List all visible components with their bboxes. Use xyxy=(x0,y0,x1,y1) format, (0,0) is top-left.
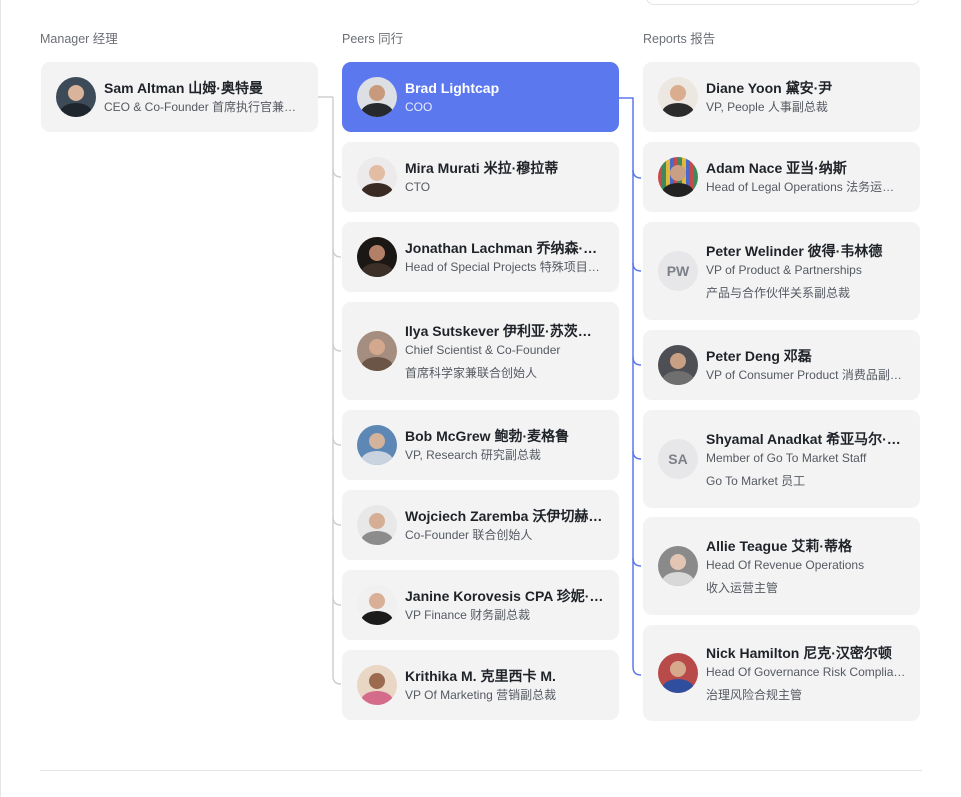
person-title: CEO & Co-Founder 首席执行官兼联合创始人 xyxy=(104,100,304,114)
peer-card[interactable]: Janine Korovesis CPA 珍妮·科罗维西斯 VP Finance… xyxy=(342,570,619,640)
avatar xyxy=(658,653,698,693)
page-left-border xyxy=(0,0,1,797)
avatar-initials: PW xyxy=(658,251,698,291)
avatar xyxy=(357,585,397,625)
report-card[interactable]: Peter Deng 邓磊 VP of Consumer Product 消费品… xyxy=(643,330,920,400)
top-panel-edge xyxy=(646,0,920,5)
avatar xyxy=(357,77,397,117)
person-name: Diane Yoon 黛安·尹 xyxy=(706,80,833,96)
person-name: Shyamal Anadkat 希亚马尔·阿纳德卡特 xyxy=(706,430,906,447)
person-title: Head Of Revenue Operations xyxy=(706,557,865,572)
avatar xyxy=(357,157,397,197)
section-divider xyxy=(40,770,922,771)
avatar xyxy=(357,237,397,277)
person-title: VP of Consumer Product 消费品副总裁 xyxy=(706,368,906,382)
avatar xyxy=(357,505,397,545)
person-title: VP, Research 研究副总裁 xyxy=(405,448,541,462)
person-name: Sam Altman 山姆·奥特曼 xyxy=(104,80,263,96)
peer-card[interactable]: Jonathan Lachman 乔纳森·拉赫曼 Head of Special… xyxy=(342,222,619,292)
person-title-secondary: 收入运营主管 xyxy=(706,580,779,595)
person-title: VP Finance 财务副总裁 xyxy=(405,608,531,622)
avatar xyxy=(357,665,397,705)
person-name: Peter Welinder 彼得·韦林德 xyxy=(706,242,883,259)
person-title: VP Of Marketing 营销副总裁 xyxy=(405,688,557,702)
person-title: Co-Founder 联合创始人 xyxy=(405,528,533,542)
manager-column-label: Manager 经理 xyxy=(40,32,118,46)
person-name: Krithika M. 克里西卡 M. xyxy=(405,668,556,684)
peers-column-label: Peers 同行 xyxy=(342,32,404,46)
person-title: Member of Go To Market Staff xyxy=(706,450,867,465)
person-title-secondary: 产品与合作伙伴关系副总裁 xyxy=(706,285,851,300)
person-name: Ilya Sutskever 伊利亚·苏茨凯弗 xyxy=(405,322,605,339)
person-title: CTO xyxy=(405,180,431,194)
report-card[interactable]: Allie Teague 艾莉·蒂格 Head Of Revenue Opera… xyxy=(643,517,920,615)
person-title: Chief Scientist & Co-Founder xyxy=(405,342,561,357)
person-name: Adam Nace 亚当·纳斯 xyxy=(706,160,847,176)
person-title-secondary: Go To Market 员工 xyxy=(706,473,806,488)
person-name: Peter Deng 邓磊 xyxy=(706,348,812,364)
avatar xyxy=(658,345,698,385)
person-name: Janine Korovesis CPA 珍妮·科罗维西斯 xyxy=(405,588,605,604)
peer-card[interactable]: Mira Murati 米拉·穆拉蒂 CTO xyxy=(342,142,619,212)
person-name: Nick Hamilton 尼克·汉密尔顿 xyxy=(706,644,892,661)
person-name: Brad Lightcap xyxy=(405,80,500,96)
person-title: COO xyxy=(405,100,433,114)
avatar xyxy=(357,331,397,371)
avatar xyxy=(357,425,397,465)
report-trunk xyxy=(619,97,642,676)
avatar xyxy=(658,77,698,117)
report-card[interactable]: SA Shyamal Anadkat 希亚马尔·阿纳德卡特 Member of … xyxy=(643,410,920,508)
peer-card-selected[interactable]: Brad Lightcap COO xyxy=(342,62,619,132)
avatar-initials: SA xyxy=(658,439,698,479)
peer-card[interactable]: Wojciech Zaremba 沃伊切赫·扎伦巴 Co-Founder 联合创… xyxy=(342,490,619,560)
person-name: Jonathan Lachman 乔纳森·拉赫曼 xyxy=(405,240,605,256)
peer-card[interactable]: Krithika M. 克里西卡 M. VP Of Marketing 营销副总… xyxy=(342,650,619,720)
person-title: Head of Special Projects 特殊项目负责人 xyxy=(405,260,605,274)
person-title: VP, People 人事副总裁 xyxy=(706,100,828,114)
report-card[interactable]: Diane Yoon 黛安·尹 VP, People 人事副总裁 xyxy=(643,62,920,132)
person-title: Head Of Governance Risk Compliance xyxy=(706,664,906,679)
report-card[interactable]: Adam Nace 亚当·纳斯 Head of Legal Operations… xyxy=(643,142,920,212)
avatar xyxy=(658,157,698,197)
peer-card[interactable]: Bob McGrew 鲍勃·麦格鲁 VP, Research 研究副总裁 xyxy=(342,410,619,480)
person-name: Allie Teague 艾莉·蒂格 xyxy=(706,537,852,554)
report-card[interactable]: PW Peter Welinder 彼得·韦林德 VP of Product &… xyxy=(643,222,920,320)
person-title: Head of Legal Operations 法务运营负责人 xyxy=(706,180,906,194)
reports-column-label: Reports 报告 xyxy=(643,32,716,46)
person-title: VP of Product & Partnerships xyxy=(706,262,862,277)
person-title-secondary: 首席科学家兼联合创始人 xyxy=(405,365,538,380)
manager-card[interactable]: Sam Altman 山姆·奥特曼 CEO & Co-Founder 首席执行官… xyxy=(41,62,318,132)
peer-trunk xyxy=(332,97,342,685)
avatar xyxy=(56,77,96,117)
person-name: Bob McGrew 鲍勃·麦格鲁 xyxy=(405,428,570,444)
report-card[interactable]: Nick Hamilton 尼克·汉密尔顿 Head Of Governance… xyxy=(643,625,920,721)
person-name: Mira Murati 米拉·穆拉蒂 xyxy=(405,160,559,176)
peer-card[interactable]: Ilya Sutskever 伊利亚·苏茨凯弗 Chief Scientist … xyxy=(342,302,619,400)
avatar xyxy=(658,546,698,586)
person-name: Wojciech Zaremba 沃伊切赫·扎伦巴 xyxy=(405,508,605,524)
person-title-secondary: 治理风险合规主管 xyxy=(706,687,803,702)
